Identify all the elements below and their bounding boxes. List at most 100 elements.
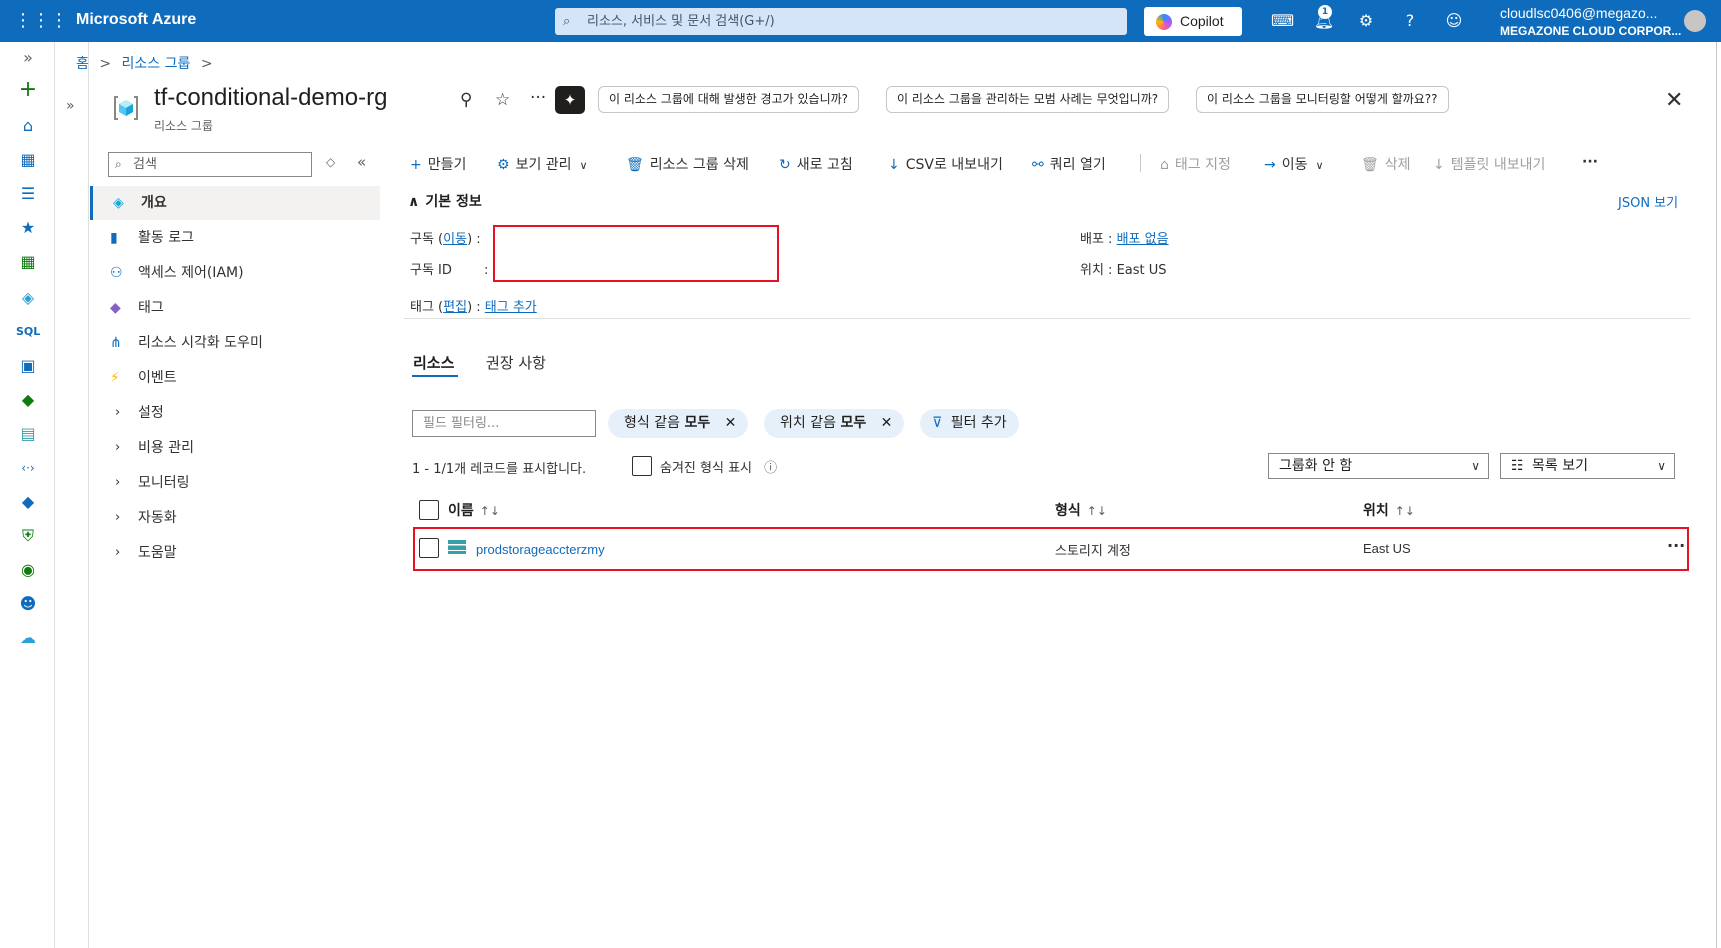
feedback-icon[interactable]: ☺ — [1443, 10, 1465, 32]
user-name[interactable]: cloudlsc0406@megazo... — [1500, 5, 1657, 21]
move-button[interactable]: → 이동 ∨ — [1264, 154, 1324, 174]
location-row: 위치 : East US — [1080, 263, 1167, 278]
essentials-toggle[interactable]: ∧ 기본 정보 — [408, 191, 482, 211]
tags-edit-link[interactable]: 편집 — [443, 300, 467, 315]
expand-menu-icon[interactable]: » — [16, 46, 40, 70]
subscription-move-link[interactable]: 이동 — [443, 232, 467, 247]
essentials-divider — [404, 318, 1690, 319]
delete-button[interactable]: 🗑︎ 삭제 — [1361, 154, 1411, 174]
cost-management-icon[interactable]: ◉ — [16, 558, 40, 582]
create-resource-icon[interactable]: + — [16, 78, 40, 102]
grouping-value: 그룹화 안 함 — [1279, 458, 1353, 474]
menu-search-input[interactable]: ⌕ 검색 — [108, 152, 312, 177]
menu-item-overview[interactable]: ◈ 개요 — [90, 186, 380, 220]
menu-item-cost-management[interactable]: › 비용 관리 — [90, 431, 380, 465]
menu-sort-icon[interactable]: ◇ — [326, 155, 335, 169]
menu-item-resource-visualizer[interactable]: ⋔ 리소스 시각화 도우미 — [90, 326, 380, 360]
info-icon[interactable]: ⓘ — [764, 461, 777, 476]
json-view-link[interactable]: JSON 보기 — [1618, 192, 1678, 211]
location-filter-chip[interactable]: 위치 같음 모두 ✕ — [764, 409, 905, 438]
help-icon[interactable]: ? — [1399, 10, 1421, 32]
close-icon[interactable]: ✕ — [725, 415, 737, 431]
field-filter-input[interactable]: 필드 필터링... — [412, 410, 596, 437]
security-center-icon[interactable]: ⛨ — [16, 524, 40, 548]
column-header-location[interactable]: 위치 ↑↓ — [1363, 500, 1415, 520]
advisor-icon[interactable]: ☁ — [16, 626, 40, 650]
resource-groups-icon[interactable]: ◈ — [16, 286, 40, 310]
load-balancer-icon[interactable]: ◆ — [16, 388, 40, 412]
menu-item-iam[interactable]: ⚇ 액세스 제어(IAM) — [90, 256, 380, 290]
avatar[interactable] — [1684, 10, 1706, 32]
copilot-button[interactable]: Copilot — [1144, 7, 1242, 36]
type-filter-chip[interactable]: 형식 같음 모두 ✕ — [608, 409, 749, 438]
virtual-machine-icon[interactable]: ▣ — [16, 354, 40, 378]
toolbar-more-button[interactable]: ··· — [1582, 154, 1598, 170]
menu-item-monitoring[interactable]: › 모니터링 — [90, 466, 380, 500]
cloud-shell-icon[interactable]: ⌨ — [1271, 10, 1294, 32]
add-filter-button[interactable]: ⊽ 필터 추가 — [920, 409, 1019, 438]
select-all-checkbox[interactable] — [419, 500, 439, 520]
export-template-button[interactable]: ↓ 템플릿 내보내기 — [1433, 154, 1545, 174]
sql-database-icon[interactable]: SQL — [16, 320, 40, 344]
add-tag-link[interactable]: 태그 추가 — [485, 300, 537, 315]
user-org[interactable]: MEGAZONE CLOUD CORPOR... — [1500, 24, 1681, 38]
column-header-name[interactable]: 이름 ↑↓ — [448, 500, 500, 520]
tab-active-underline — [412, 375, 458, 377]
row-more-icon[interactable]: ··· — [1667, 536, 1685, 555]
virtual-network-icon[interactable]: ‹·› — [16, 456, 40, 480]
view-dropdown[interactable]: ☷ 목록 보기 ∨ — [1500, 453, 1675, 479]
menu-item-activity-log[interactable]: ▮ 활동 로그 — [90, 221, 380, 255]
breadcrumb-resource-groups[interactable]: 리소스 그룹 — [122, 56, 191, 72]
breadcrumb-home[interactable]: 홈 — [76, 56, 89, 72]
delete-resource-group-button[interactable]: 🗑︎ 리소스 그룹 삭제 — [626, 154, 749, 174]
assign-tags-button[interactable]: ⌂ 태그 지정 — [1160, 154, 1231, 174]
help-support-icon[interactable]: ☻ — [16, 592, 40, 616]
favorites-icon[interactable]: ★ — [16, 216, 40, 240]
row-checkbox[interactable] — [419, 538, 439, 558]
collapse-menu-icon[interactable]: « — [357, 153, 366, 171]
all-resources-icon[interactable]: ▦ — [16, 250, 40, 274]
manage-view-button[interactable]: ⚙ 보기 관리 ∨ — [497, 154, 588, 174]
resource-group-icon: ◈ — [113, 195, 124, 211]
copilot-prompt-monitoring[interactable]: 이 리소스 그룹을 모니터링할 어떻게 할까요?? — [1196, 86, 1449, 113]
filter-add-icon: ⊽ — [932, 415, 943, 431]
menu-item-automation[interactable]: › 자동화 — [90, 501, 380, 535]
favorite-star-icon[interactable]: ☆ — [495, 90, 510, 110]
menu-item-tags[interactable]: ◆ 태그 — [90, 291, 380, 325]
chevron-down-icon: ∨ — [1315, 159, 1324, 172]
tab-recommendations[interactable]: 권장 사항 — [486, 352, 546, 373]
app-launcher-icon[interactable]: ⋮⋮⋮ — [14, 8, 68, 34]
grouping-dropdown[interactable]: 그룹화 안 함 ∨ — [1268, 453, 1489, 479]
tab-resources[interactable]: 리소스 — [413, 352, 454, 373]
global-search-input[interactable]: ⌕ 리소스, 서비스 및 문서 검색(G+/) — [555, 8, 1127, 35]
open-query-button[interactable]: ⚯ 쿼리 열기 — [1032, 154, 1106, 174]
resource-name-link[interactable]: prodstorageaccterzmy — [476, 542, 605, 557]
all-services-icon[interactable]: ☰ — [16, 182, 40, 206]
resource-location: East US — [1363, 541, 1411, 556]
deployments-row: 배포 : 배포 없음 — [1080, 232, 1169, 247]
refresh-button[interactable]: ↻ 새로 고침 — [779, 154, 853, 174]
copilot-prompt-best-practices[interactable]: 이 리소스 그룹을 관리하는 모범 사례는 무엇입니까? — [886, 86, 1170, 113]
close-icon[interactable]: ✕ — [881, 415, 893, 431]
show-hidden-checkbox[interactable] — [632, 456, 652, 476]
menu-item-events[interactable]: ⚡ 이벤트 — [90, 361, 380, 395]
storage-accounts-icon[interactable]: ▤ — [16, 422, 40, 446]
column-header-type[interactable]: 형식 ↑↓ — [1055, 500, 1107, 520]
create-button[interactable]: + 만들기 — [410, 154, 466, 174]
menu-item-help[interactable]: › 도움말 — [90, 536, 380, 570]
people-icon: ⚇ — [110, 265, 123, 281]
entra-id-icon[interactable]: ◆ — [16, 490, 40, 514]
dashboard-icon[interactable]: ▦ — [16, 148, 40, 172]
more-actions-icon[interactable]: ··· — [530, 88, 546, 108]
copilot-prompt-alerts[interactable]: 이 리소스 그룹에 대해 발생한 경고가 있습니까? — [598, 86, 860, 113]
expand-blade-icon[interactable]: » — [66, 98, 75, 114]
close-icon[interactable]: ✕ — [1665, 88, 1683, 113]
export-csv-button[interactable]: ↓ CSV로 내보내기 — [888, 154, 1003, 174]
brand-title[interactable]: Microsoft Azure — [76, 11, 196, 29]
menu-item-settings[interactable]: › 설정 — [90, 396, 380, 430]
pin-icon[interactable]: ⚲ — [460, 90, 472, 110]
deployments-link[interactable]: 배포 없음 — [1117, 232, 1169, 247]
copilot-prompt-icon[interactable]: ✦ — [555, 86, 585, 114]
settings-icon[interactable]: ⚙ — [1355, 10, 1377, 32]
home-icon[interactable]: ⌂ — [16, 114, 40, 138]
